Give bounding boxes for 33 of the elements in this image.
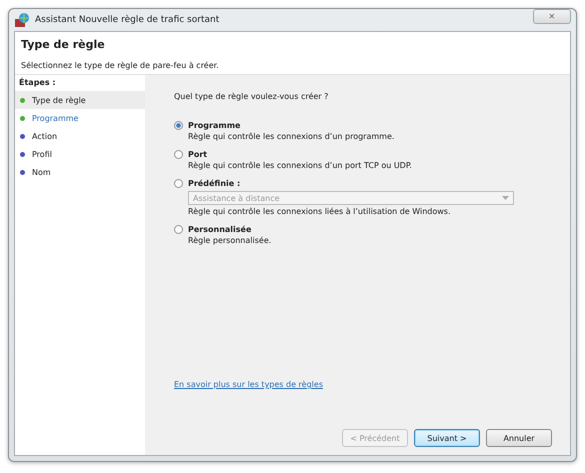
- step-label: Nom: [32, 168, 51, 176]
- help-link[interactable]: En savoir plus sur les types de règles: [174, 380, 323, 389]
- step-item[interactable]: Type de règle: [15, 91, 145, 109]
- step-label: Profil: [32, 150, 52, 158]
- step-item[interactable]: Programme: [15, 109, 145, 127]
- question-text: Quel type de règle voulez-vous créer ?: [174, 92, 330, 101]
- option-description: Règle qui contrôle les connexions d’un programme.: [187, 132, 396, 141]
- step-label: Action: [32, 132, 58, 140]
- option-label: Port: [188, 150, 208, 159]
- page-subtitle: Sélectionnez le type de règle de pare-feu à créer.: [21, 61, 220, 70]
- step-item[interactable]: Action: [15, 127, 145, 145]
- steps-heading: Étapes :: [18, 78, 57, 89]
- radio-button[interactable]: [174, 150, 183, 159]
- radio-button[interactable]: [174, 225, 183, 234]
- option-label: Personnalisée: [188, 225, 252, 234]
- wizard-button[interactable]: Suivant >: [414, 429, 480, 447]
- option-label: Prédéfinie :: [188, 179, 240, 188]
- step-label: Type de règle: [32, 96, 86, 104]
- option-label: Programme: [188, 121, 240, 130]
- caret-icon: [502, 196, 509, 200]
- close-button[interactable]: ✕: [533, 9, 571, 24]
- radio-button[interactable]: [174, 121, 183, 130]
- firewall-icon: [14, 12, 30, 28]
- page-title: Type de règle: [21, 38, 106, 51]
- window-title: Assistant Nouvelle règle de trafic sortant: [35, 15, 220, 25]
- step-label: Programme: [32, 114, 78, 122]
- radio-button[interactable]: [174, 179, 183, 188]
- step-item[interactable]: Nom: [15, 163, 145, 181]
- option-description: Règle personnalisée.: [187, 236, 272, 245]
- wizard-button[interactable]: Annuler: [486, 429, 552, 447]
- step-item[interactable]: Profil: [15, 145, 145, 163]
- option-description: Règle qui contrôle les connexions d’un port TCP ou UDP.: [187, 161, 413, 170]
- option-description: Règle qui contrôle les connexions liées à l’utilisation de Windows.: [187, 207, 452, 216]
